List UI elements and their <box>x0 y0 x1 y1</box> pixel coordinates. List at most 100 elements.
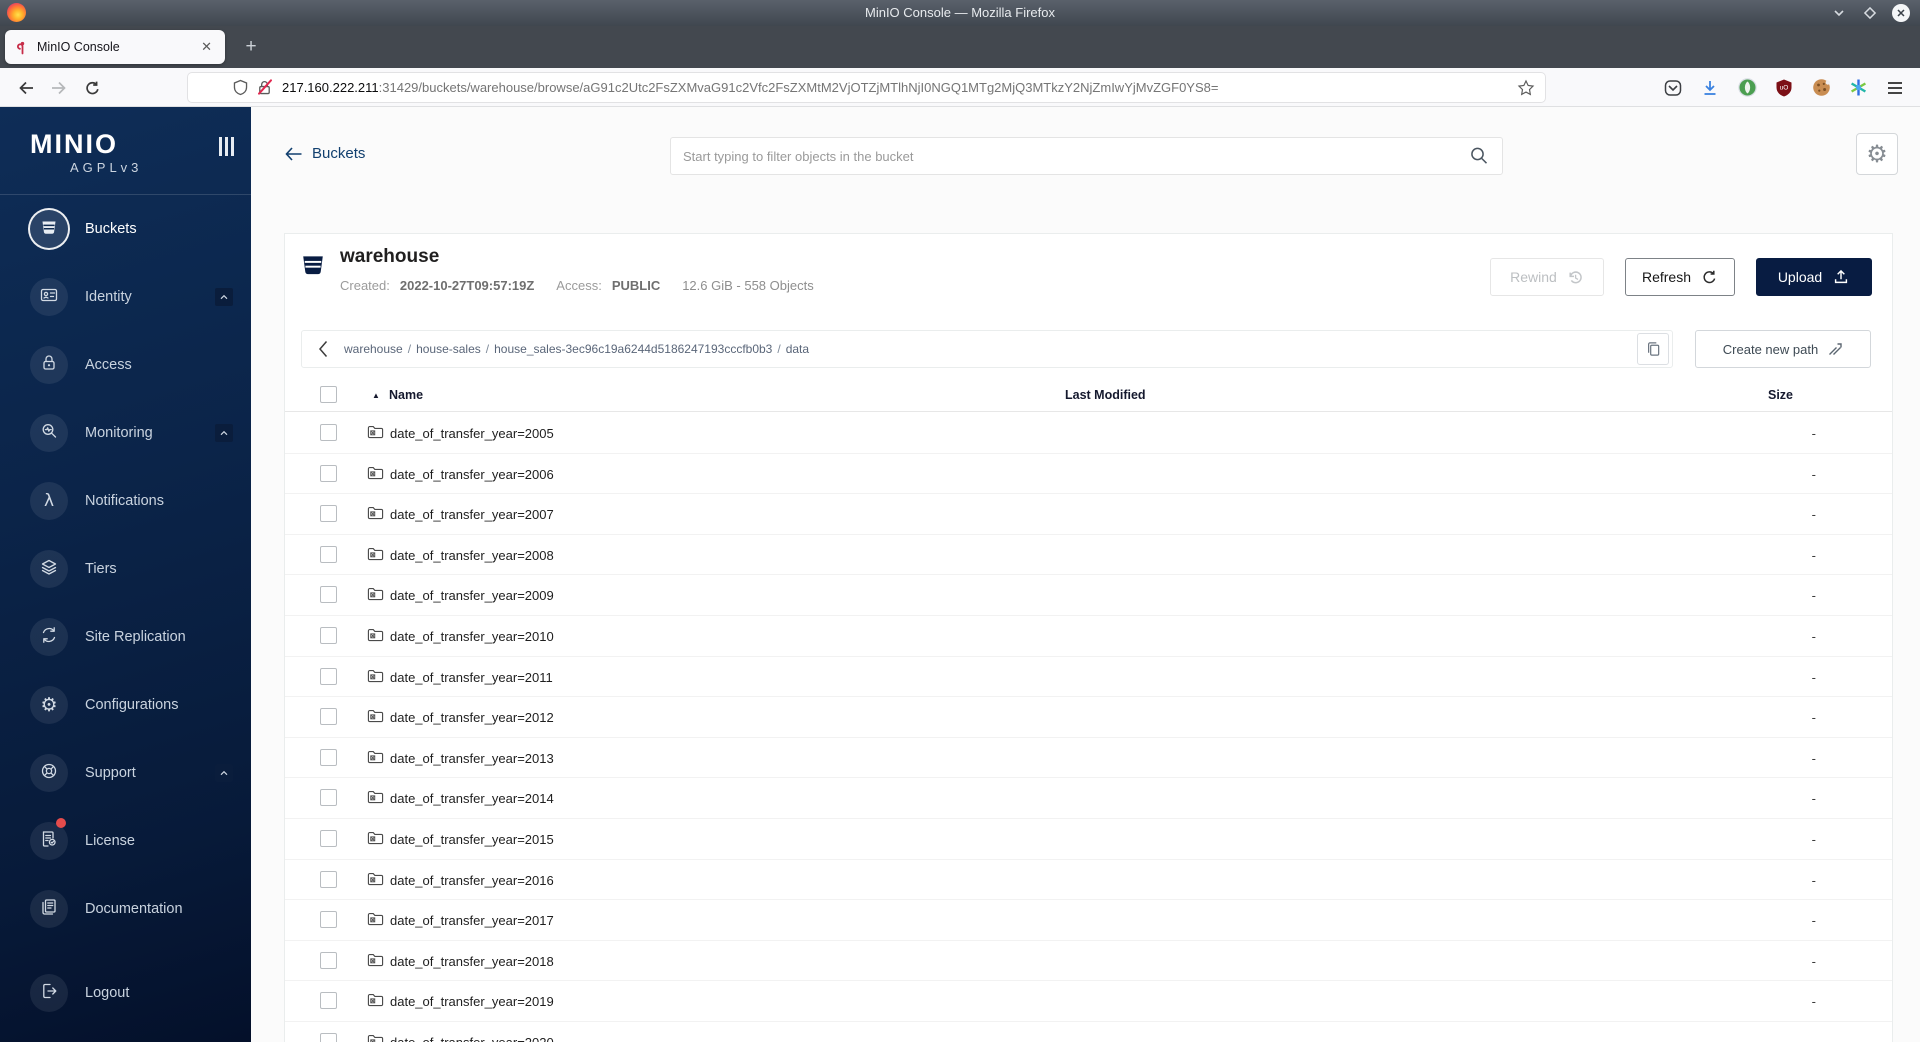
table-row[interactable]: date_of_transfer_year=2020 - <box>285 1022 1892 1042</box>
table-row[interactable]: date_of_transfer_year=2005 - <box>285 413 1892 454</box>
object-name[interactable]: date_of_transfer_year=2020 <box>390 1035 554 1042</box>
table-row[interactable]: date_of_transfer_year=2013 - <box>285 738 1892 779</box>
bucket-settings-button[interactable]: ⚙ <box>1856 133 1898 175</box>
column-last-modified[interactable]: Last Modified <box>1065 388 1146 402</box>
object-name[interactable]: date_of_transfer_year=2016 <box>390 873 554 888</box>
colorful-extension-icon[interactable] <box>1844 74 1872 102</box>
window-maximize-icon[interactable] <box>1861 4 1879 22</box>
chevron-up-icon[interactable] <box>215 424 233 442</box>
breadcrumb-item[interactable]: data <box>786 342 809 356</box>
chevron-up-icon[interactable] <box>215 288 233 306</box>
path-back-button[interactable] <box>302 339 344 359</box>
forward-icon[interactable] <box>44 74 72 102</box>
table-row[interactable]: date_of_transfer_year=2018 - <box>285 941 1892 982</box>
row-checkbox[interactable] <box>320 789 337 807</box>
row-checkbox[interactable] <box>320 667 337 685</box>
row-checkbox[interactable] <box>320 626 337 644</box>
search-input[interactable] <box>683 148 1468 164</box>
upload-button[interactable]: Upload <box>1756 258 1872 296</box>
shield-icon[interactable] <box>232 79 249 96</box>
object-name[interactable]: date_of_transfer_year=2007 <box>390 507 554 522</box>
object-name[interactable]: date_of_transfer_year=2015 <box>390 832 554 847</box>
select-all-checkbox[interactable] <box>320 386 337 403</box>
object-name[interactable]: date_of_transfer_year=2019 <box>390 994 554 1009</box>
row-checkbox[interactable] <box>320 870 337 888</box>
chevron-up-icon[interactable] <box>215 764 233 782</box>
breadcrumb-item[interactable]: house_sales-3ec96c19a6244d5186247193cccf… <box>494 342 772 356</box>
breadcrumb-item[interactable]: house-sales <box>416 342 481 356</box>
row-checkbox[interactable] <box>320 424 337 441</box>
back-icon[interactable] <box>12 74 40 102</box>
object-name[interactable]: date_of_transfer_year=2011 <box>390 670 553 685</box>
ublock-origin-icon[interactable]: uO <box>1770 74 1798 102</box>
copy-path-button[interactable] <box>1637 333 1669 365</box>
sidebar-item-notifications[interactable]: λ Notifications <box>30 482 239 520</box>
rewind-button[interactable]: Rewind <box>1490 258 1604 296</box>
pocket-icon[interactable] <box>1659 74 1687 102</box>
object-name[interactable]: date_of_transfer_year=2014 <box>390 791 554 806</box>
hamburger-menu-icon[interactable] <box>1881 74 1909 102</box>
cookie-extension-icon[interactable] <box>1807 74 1835 102</box>
url-bar[interactable]: 217.160.222.211:31429/buckets/warehouse/… <box>188 73 1545 102</box>
row-checkbox[interactable] <box>320 1032 337 1042</box>
object-name[interactable]: date_of_transfer_year=2008 <box>390 548 554 563</box>
column-name[interactable]: Name <box>389 388 423 402</box>
object-name[interactable]: date_of_transfer_year=2017 <box>390 913 554 928</box>
table-row[interactable]: date_of_transfer_year=2006 - <box>285 454 1892 495</box>
sidebar-item-configurations[interactable]: ⚙ Configurations <box>30 686 239 724</box>
row-checkbox[interactable] <box>320 505 337 523</box>
create-new-path-button[interactable]: Create new path <box>1695 330 1871 368</box>
window-minimize-icon[interactable] <box>1830 4 1848 22</box>
object-name[interactable]: date_of_transfer_year=2010 <box>390 629 554 644</box>
row-checkbox[interactable] <box>320 748 337 766</box>
table-row[interactable]: date_of_transfer_year=2009 - <box>285 575 1892 616</box>
row-checkbox[interactable] <box>320 992 337 1010</box>
object-name[interactable]: date_of_transfer_year=2006 <box>390 467 554 482</box>
access-value[interactable]: PUBLIC <box>612 278 660 293</box>
row-checkbox[interactable] <box>320 951 337 969</box>
table-row[interactable]: date_of_transfer_year=2008 - <box>285 535 1892 576</box>
sidebar-collapse-icon[interactable] <box>219 137 234 156</box>
sidebar-item-logout[interactable]: Logout <box>30 974 239 1012</box>
tab-minio-console[interactable]: MinIO Console ✕ <box>5 30 225 64</box>
table-row[interactable]: date_of_transfer_year=2015 - <box>285 819 1892 860</box>
window-close-icon[interactable]: ✕ <box>1892 4 1910 22</box>
row-checkbox[interactable] <box>320 464 337 482</box>
object-name[interactable]: date_of_transfer_year=2013 <box>390 751 554 766</box>
table-row[interactable]: date_of_transfer_year=2014 - <box>285 778 1892 819</box>
table-row[interactable]: date_of_transfer_year=2012 - <box>285 697 1892 738</box>
sidebar-item-tiers[interactable]: Tiers <box>30 550 239 588</box>
sidebar-item-support[interactable]: Support <box>30 754 239 792</box>
object-name[interactable]: date_of_transfer_year=2012 <box>390 710 554 725</box>
sidebar-item-buckets[interactable]: Buckets <box>30 210 239 248</box>
table-row[interactable]: date_of_transfer_year=2019 - <box>285 981 1892 1022</box>
object-name[interactable]: date_of_transfer_year=2018 <box>390 954 554 969</box>
object-name[interactable]: date_of_transfer_year=2009 <box>390 588 554 603</box>
object-name[interactable]: date_of_transfer_year=2005 <box>390 426 554 441</box>
row-checkbox[interactable] <box>320 586 337 604</box>
refresh-button[interactable]: Refresh <box>1625 258 1735 296</box>
table-row[interactable]: date_of_transfer_year=2016 - <box>285 860 1892 901</box>
tab-close-icon[interactable]: ✕ <box>197 37 216 57</box>
bookmark-star-icon[interactable] <box>1517 79 1535 97</box>
row-checkbox[interactable] <box>320 829 337 847</box>
privacy-extension-icon[interactable] <box>1733 74 1761 102</box>
sidebar-item-monitoring[interactable]: Monitoring <box>30 414 239 452</box>
url-text[interactable]: 217.160.222.211:31429/buckets/warehouse/… <box>282 80 1517 95</box>
downloads-icon[interactable] <box>1696 74 1724 102</box>
sidebar-item-documentation[interactable]: Documentation <box>30 890 239 928</box>
row-checkbox[interactable] <box>320 545 337 563</box>
sort-asc-icon[interactable]: ▲ <box>372 391 380 400</box>
sidebar-item-access[interactable]: Access <box>30 346 239 384</box>
table-row[interactable]: date_of_transfer_year=2007 - <box>285 494 1892 535</box>
table-row[interactable]: date_of_transfer_year=2011 - <box>285 657 1892 698</box>
back-to-buckets-link[interactable]: Buckets <box>284 145 365 162</box>
column-size[interactable]: Size <box>1768 388 1793 402</box>
table-row[interactable]: date_of_transfer_year=2017 - <box>285 900 1892 941</box>
insecure-lock-icon[interactable] <box>256 78 273 96</box>
reload-icon[interactable] <box>78 74 106 102</box>
row-checkbox[interactable] <box>320 708 337 726</box>
sidebar-item-site-replication[interactable]: Site Replication <box>30 618 239 656</box>
breadcrumb-item[interactable]: warehouse <box>344 342 403 356</box>
row-checkbox[interactable] <box>320 911 337 929</box>
